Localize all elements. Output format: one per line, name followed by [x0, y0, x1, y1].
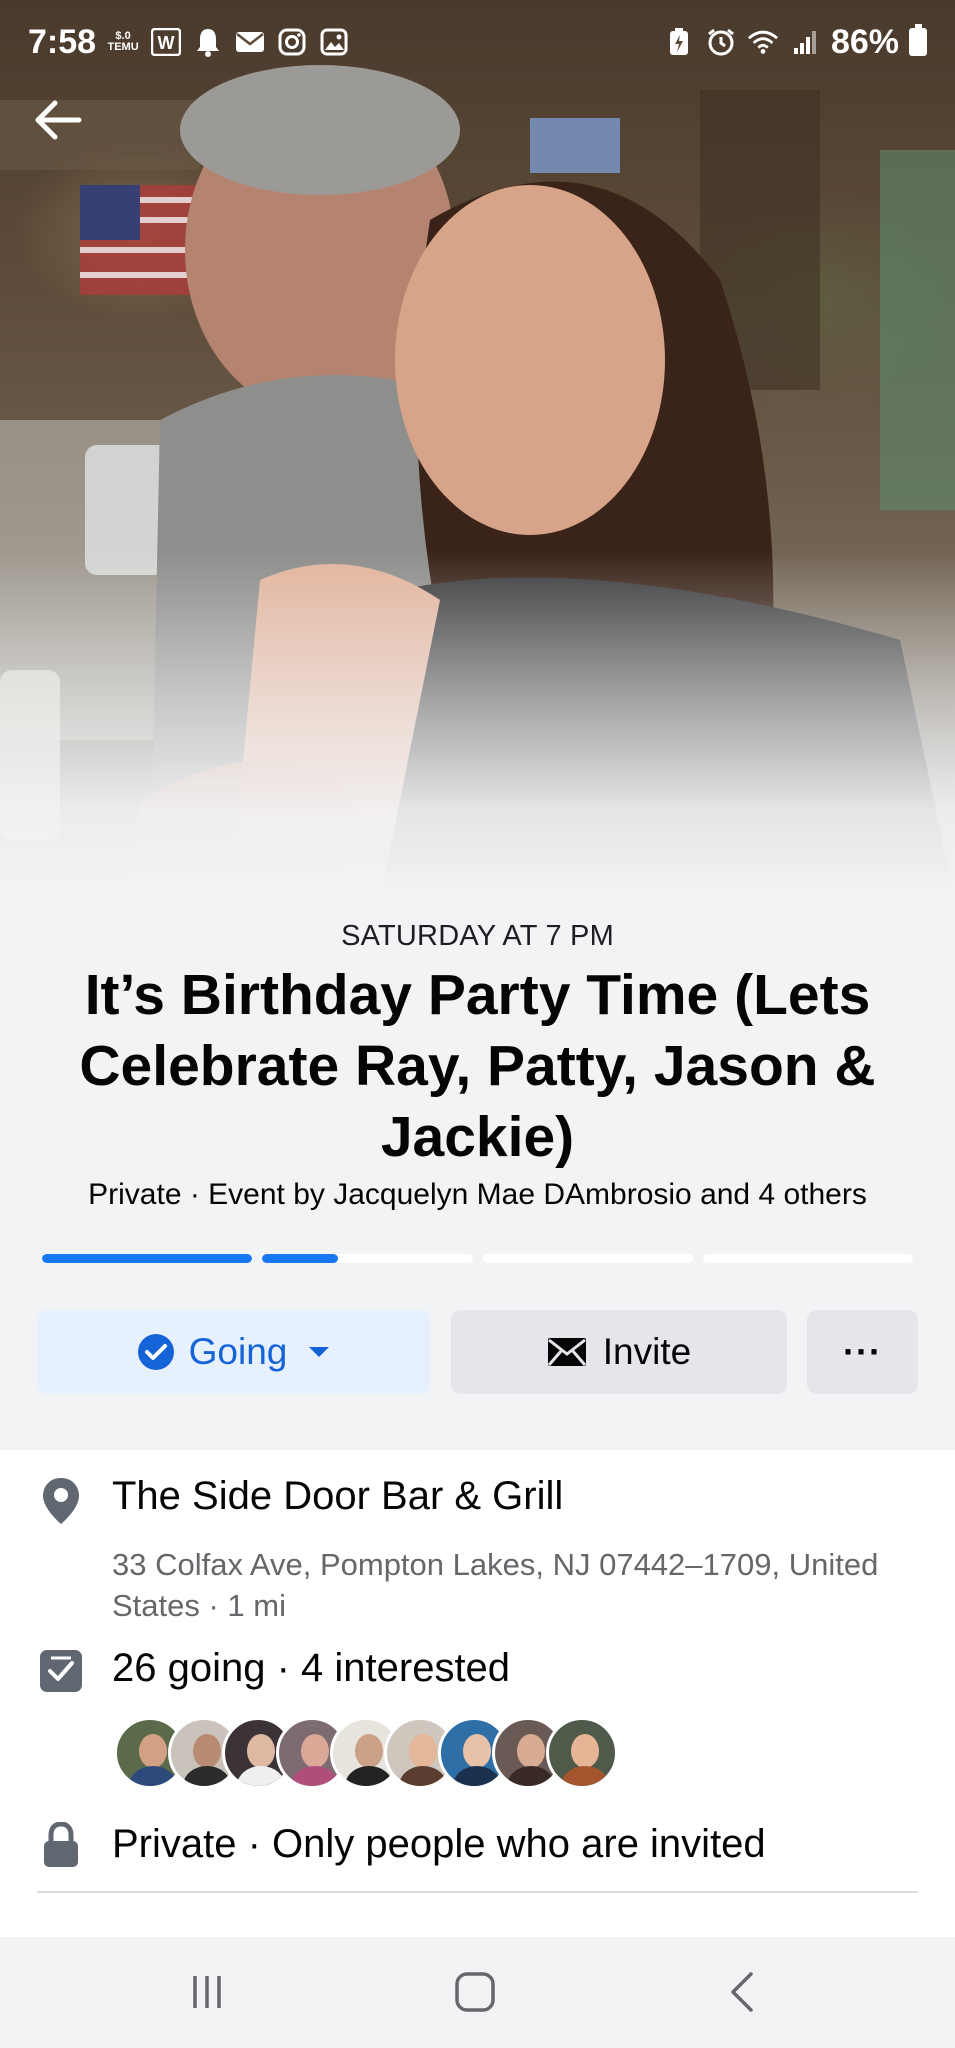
lock-icon	[38, 1822, 84, 1868]
bell-icon	[192, 26, 224, 58]
cover-photo-progress	[42, 1254, 913, 1263]
gallery-icon	[318, 26, 350, 58]
status-time: 7:58	[28, 22, 97, 61]
location-name[interactable]: The Side Door Bar & Grill	[112, 1474, 563, 1519]
location-row[interactable]: The Side Door Bar & Grill 33 Colfax Ave,…	[0, 1468, 955, 1628]
system-back-button[interactable]	[707, 1959, 777, 2025]
going-button[interactable]: Going	[37, 1310, 431, 1394]
location-address: 33 Colfax Ave, Pompton Lakes, NJ 07442–1…	[112, 1547, 879, 1623]
map-pin-icon	[38, 1478, 84, 1524]
arrow-left-icon	[35, 100, 82, 140]
privacy-text: Private · Only people who are invited	[112, 1822, 766, 1866]
status-right: 86%	[663, 23, 927, 62]
battery-saver-icon	[663, 26, 695, 58]
progress-fill	[42, 1254, 253, 1263]
cover-photo-fade	[0, 0, 955, 1450]
event-host-line[interactable]: Private · Event by Jacquelyn Mae DAmbros…	[0, 1178, 955, 1212]
temu-label: TEMU	[107, 41, 139, 53]
mail-icon	[234, 26, 266, 58]
alarm-icon	[705, 26, 737, 58]
section-divider	[37, 1891, 918, 1893]
progress-segment	[482, 1254, 693, 1263]
going-label: Going	[188, 1331, 288, 1372]
chevron-left-icon	[731, 1972, 753, 2012]
recent-apps-button[interactable]	[172, 1959, 242, 2025]
progress-segment	[262, 1254, 473, 1263]
envelope-icon	[547, 1338, 586, 1366]
more-options-label: ···	[843, 1331, 882, 1372]
event-cover-photo[interactable]	[0, 0, 955, 1450]
system-nav-bar	[0, 1937, 955, 2048]
home-button[interactable]	[440, 1959, 510, 2025]
recent-apps-icon	[193, 1976, 221, 2008]
more-options-button[interactable]: ···	[807, 1310, 918, 1394]
caret-down-icon	[309, 1347, 330, 1357]
battery-icon	[909, 24, 927, 56]
instagram-icon	[276, 26, 308, 58]
privacy-row: Private · Only people who are invited	[0, 1808, 955, 1888]
avatar[interactable]	[546, 1717, 618, 1789]
wifi-icon	[747, 26, 779, 58]
event-title: It’s Birthday Party Time (Lets Celebrate…	[79, 963, 876, 1169]
w-app-icon: W	[150, 26, 182, 58]
attendee-avatars[interactable]	[114, 1717, 618, 1789]
invite-label: Invite	[602, 1331, 692, 1372]
attendance-summary[interactable]: 26 going · 4 interested	[112, 1646, 510, 1691]
status-bar: 7:58 $.0 TEMU W 86%	[0, 0, 955, 84]
event-details: The Side Door Bar & Grill 33 Colfax Ave,…	[0, 1450, 955, 1937]
back-button[interactable]	[28, 90, 88, 150]
event-date: SATURDAY AT 7 PM	[341, 920, 614, 952]
home-icon	[455, 1972, 495, 2012]
check-circle-icon	[137, 1334, 174, 1370]
svg-text:W: W	[158, 33, 175, 53]
progress-fill	[262, 1254, 338, 1263]
temu-notification-icon: $.0 TEMU	[106, 31, 140, 53]
battery-percent: 86%	[830, 22, 899, 61]
status-left: 7:58 $.0 TEMU W	[28, 23, 350, 62]
progress-segment	[42, 1254, 253, 1263]
signal-icon	[789, 26, 821, 58]
invite-button[interactable]: Invite	[451, 1310, 787, 1394]
progress-segment	[702, 1254, 913, 1263]
event-actions: Going Invite ···	[37, 1310, 918, 1394]
checkbox-icon	[38, 1648, 84, 1694]
